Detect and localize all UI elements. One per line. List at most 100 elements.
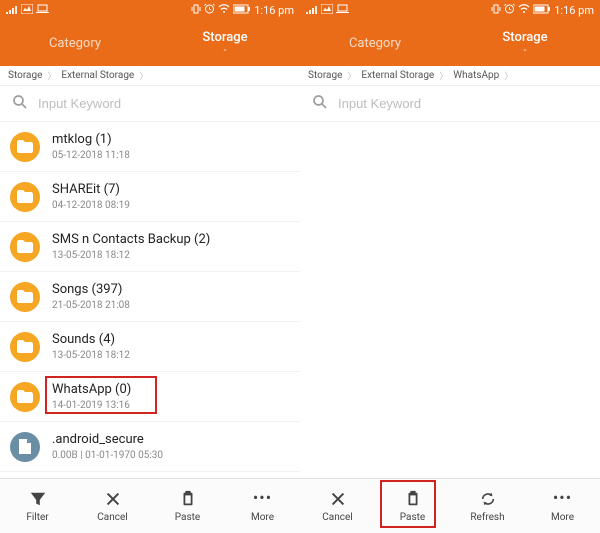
list-item[interactable]: SMS n Contacts Backup (2) 13-05-2018 18:… [0, 222, 300, 272]
paste-button[interactable]: Paste [375, 479, 450, 533]
crumb[interactable]: Storage [8, 70, 42, 81]
list-item[interactable]: .android_secure 0.00B | 01-01-1970 05:30 [0, 422, 300, 472]
item-meta: 14-01-2019 13:16 [52, 400, 290, 411]
filter-label: Filter [26, 512, 48, 523]
list-item[interactable]: WhatsApp (0) 14-01-2019 13:16 [0, 372, 300, 422]
image-icon [21, 4, 33, 17]
item-text: Sounds (4) 13-05-2018 18:12 [52, 332, 290, 361]
laptop-icon [36, 4, 49, 17]
vibrate-icon [191, 4, 201, 17]
folder-icon [10, 382, 40, 412]
header: Category Storage - [0, 20, 300, 66]
file-list[interactable]: mtklog (1) 05-12-2018 11:18 SHAREit (7) … [0, 122, 300, 478]
item-meta: 05-12-2018 11:18 [52, 150, 290, 161]
more-button[interactable]: ••• More [225, 479, 300, 533]
chevron-right-icon: 〉 [139, 69, 148, 82]
chevron-right-icon: 〉 [347, 69, 356, 82]
header: Category Storage - [300, 20, 600, 66]
search-row[interactable] [0, 86, 300, 122]
battery-icon [233, 4, 251, 17]
laptop-icon [336, 4, 349, 17]
tab-category[interactable]: Category [0, 30, 150, 57]
left-pane: 1:16 pm Category Storage - Storage 〉 Ext… [0, 0, 300, 478]
item-text: WhatsApp (0) 14-01-2019 13:16 [52, 382, 290, 411]
paste-button[interactable]: Paste [150, 479, 225, 533]
search-input[interactable] [38, 96, 288, 111]
cancel-button[interactable]: Cancel [300, 479, 375, 533]
bottom-bar: Filter Cancel Paste ••• More Cancel Past… [0, 478, 600, 533]
search-row[interactable] [300, 86, 600, 122]
refresh-button[interactable]: Refresh [450, 479, 525, 533]
folder-icon [10, 282, 40, 312]
battery-icon [533, 4, 551, 17]
chevron-right-icon: 〉 [504, 69, 513, 82]
clock-text: 1:16 pm [554, 4, 594, 17]
item-text: SHAREit (7) 04-12-2018 08:19 [52, 182, 290, 211]
filter-button[interactable]: Filter [0, 479, 75, 533]
item-text: mtklog (1) 05-12-2018 11:18 [52, 132, 290, 161]
crumb[interactable]: Storage [308, 70, 342, 81]
item-meta: 13-05-2018 18:12 [52, 250, 290, 261]
alarm-icon [204, 3, 215, 17]
wifi-icon [518, 4, 530, 17]
breadcrumb[interactable]: Storage 〉 External Storage 〉 WhatsApp 〉 [300, 66, 600, 86]
wifi-icon [218, 4, 230, 17]
tab-storage-label: Storage [502, 30, 547, 45]
item-meta: 21-05-2018 21:08 [52, 300, 290, 311]
vibrate-icon [491, 4, 501, 17]
crumb[interactable]: WhatsApp [453, 70, 499, 81]
item-name: SHAREit (7) [52, 182, 290, 199]
chevron-right-icon: 〉 [439, 69, 448, 82]
crumb[interactable]: External Storage [61, 70, 134, 81]
more-label: More [551, 512, 574, 523]
breadcrumb[interactable]: Storage 〉 External Storage 〉 [0, 66, 300, 86]
folder-icon [10, 182, 40, 212]
tab-storage[interactable]: Storage - [450, 24, 600, 62]
right-pane: 1:16 pm Category Storage - Storage 〉 Ext… [300, 0, 600, 478]
tab-category-label: Category [49, 36, 101, 51]
more-button[interactable]: ••• More [525, 479, 600, 533]
item-meta: 04-12-2018 08:19 [52, 200, 290, 211]
file-list-empty [300, 122, 600, 478]
item-text: SMS n Contacts Backup (2) 13-05-2018 18:… [52, 232, 290, 261]
list-item[interactable]: mtklog (1) 05-12-2018 11:18 [0, 122, 300, 172]
list-item[interactable]: SHAREit (7) 04-12-2018 08:19 [0, 172, 300, 222]
tab-storage-sub: - [450, 46, 600, 56]
cancel-button[interactable]: Cancel [75, 479, 150, 533]
alarm-icon [504, 3, 515, 17]
item-meta: 13-05-2018 18:12 [52, 350, 290, 361]
refresh-label: Refresh [470, 512, 504, 523]
item-name: Songs (397) [52, 282, 290, 299]
more-icon: ••• [253, 490, 272, 508]
tab-category[interactable]: Category [300, 30, 450, 57]
folder-icon [10, 232, 40, 262]
status-bar: 1:16 pm [300, 0, 600, 20]
tab-category-label: Category [349, 36, 401, 51]
tab-storage-label: Storage [202, 30, 247, 45]
folder-icon [10, 332, 40, 362]
cancel-label: Cancel [322, 512, 352, 523]
paste-label: Paste [400, 512, 425, 523]
signal-icon [6, 4, 18, 17]
search-icon [312, 94, 328, 114]
paste-label: Paste [175, 512, 200, 523]
cancel-label: Cancel [97, 512, 127, 523]
more-icon: ••• [553, 490, 572, 508]
list-item[interactable]: Songs (397) 21-05-2018 21:08 [0, 272, 300, 322]
item-name: .android_secure [52, 432, 290, 449]
file-icon [10, 432, 40, 462]
more-label: More [251, 512, 274, 523]
list-item[interactable]: Sounds (4) 13-05-2018 18:12 [0, 322, 300, 372]
item-name: mtklog (1) [52, 132, 290, 149]
image-icon [321, 4, 333, 17]
crumb[interactable]: External Storage [361, 70, 434, 81]
tab-storage[interactable]: Storage - [150, 24, 300, 62]
status-bar: 1:16 pm [0, 0, 300, 20]
item-name: SMS n Contacts Backup (2) [52, 232, 290, 249]
search-input[interactable] [338, 96, 588, 111]
item-name: WhatsApp (0) [52, 382, 290, 399]
item-text: .android_secure 0.00B | 01-01-1970 05:30 [52, 432, 290, 461]
tab-storage-sub: - [150, 46, 300, 56]
clock-text: 1:16 pm [254, 4, 294, 17]
search-icon [12, 94, 28, 114]
